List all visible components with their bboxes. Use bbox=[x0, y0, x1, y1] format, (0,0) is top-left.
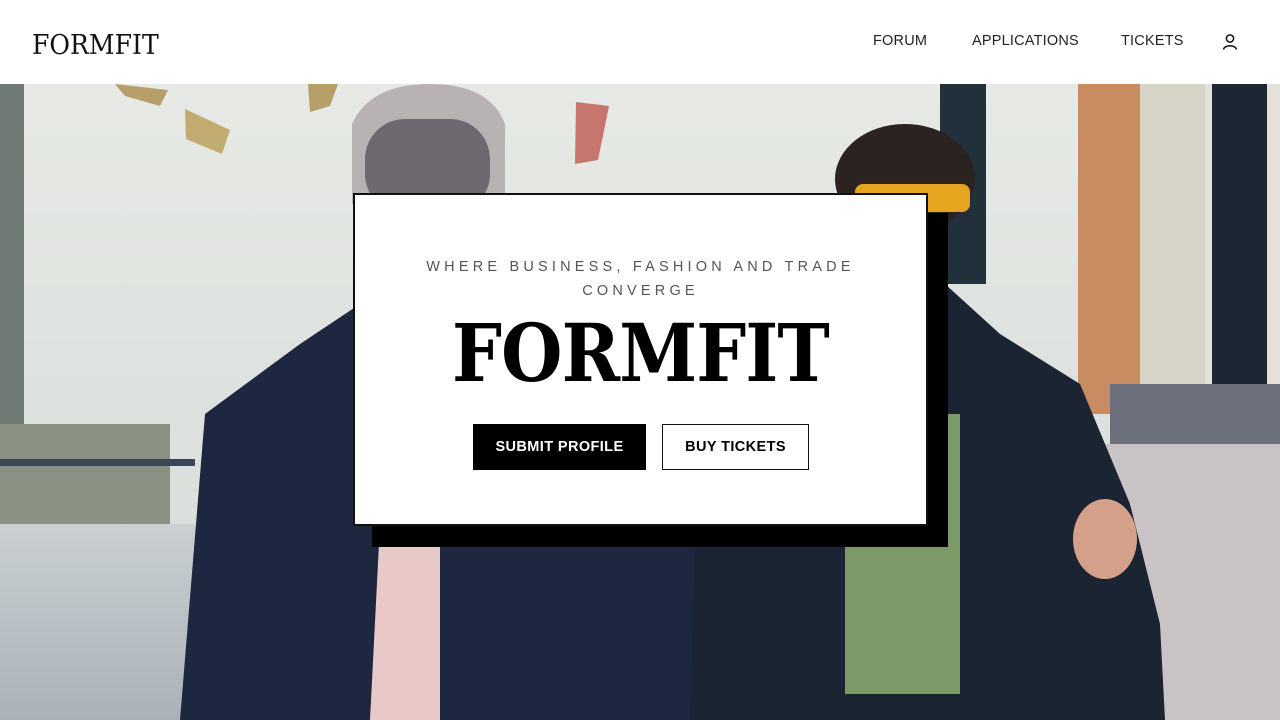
nav-forum[interactable]: FORUM bbox=[873, 33, 927, 49]
buy-tickets-button[interactable]: BUY TICKETS bbox=[662, 424, 809, 470]
hero-card: WHERE BUSINESS, FASHION AND TRADE CONVER… bbox=[353, 193, 928, 526]
nav-tickets[interactable]: TICKETS bbox=[1121, 33, 1184, 49]
nav-applications[interactable]: APPLICATIONS bbox=[972, 33, 1079, 49]
hero-tagline: WHERE BUSINESS, FASHION AND TRADE CONVER… bbox=[426, 259, 855, 299]
site-logo[interactable]: FORMFIT bbox=[32, 32, 159, 59]
user-icon[interactable] bbox=[1221, 33, 1239, 51]
site-header: FORMFIT FORUM APPLICATIONS TICKETS bbox=[0, 0, 1280, 84]
hero-title: FORMFIT bbox=[452, 306, 830, 400]
submit-profile-button[interactable]: SUBMIT PROFILE bbox=[473, 424, 646, 470]
